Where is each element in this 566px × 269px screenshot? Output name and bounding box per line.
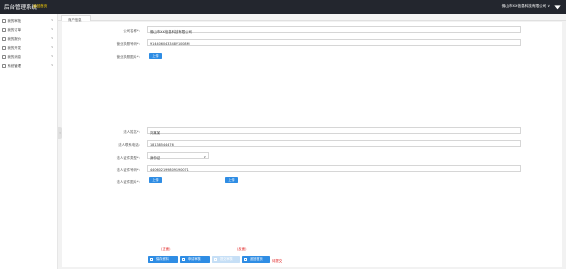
license-no-value: 914406043348Y1008M [150, 41, 190, 46]
legal-phone-value: 18138544476 [150, 142, 174, 147]
submit-icon [182, 257, 186, 262]
home-link[interactable]: 返回首页 [33, 4, 47, 9]
legal-name-field[interactable]: 刘某某 [147, 127, 521, 135]
save-button-label: 保存资料 [156, 257, 169, 261]
license-no-label: 营业执照号码*： [116, 42, 142, 46]
sidebar-item-label: 我的消息 [7, 55, 22, 60]
submit-icon [214, 257, 218, 262]
submit-button[interactable]: 申请审核 [180, 256, 210, 263]
submit-button-label: 申请审核 [188, 257, 201, 261]
legal-name-label: 法人姓名*： [123, 130, 142, 134]
sidebar-item-label: 系统管理 [7, 64, 22, 69]
chevron-down-icon: ∨ [203, 154, 206, 159]
approval-icon [2, 18, 6, 23]
save-icon [150, 257, 154, 262]
legal-phone-field[interactable]: 18138544476 [147, 140, 521, 147]
sidebar: 我的审批 ∨ 我的订单 ∨ 我的报价 ∨ 我的开发 ∨ 我的消息 ∨ 系统管理 … [0, 14, 58, 269]
id-number-value: 440602199809190071 [150, 167, 189, 172]
id-type-label: 法人证件类型*： [116, 156, 142, 160]
dropdown-arrow-icon[interactable] [553, 3, 562, 11]
company-name-field[interactable]: 佛山市XX信息科技有限公司 [147, 26, 521, 34]
sidebar-item-label: 我的开发 [7, 46, 22, 51]
company-name-value: 佛山市XX信息科技有限公司 [150, 29, 192, 34]
status-text: 待提交 [272, 259, 283, 263]
id-number-label: 法人证件号码*： [116, 168, 142, 172]
chevron-down-icon: ∨ [51, 63, 54, 67]
settings-icon [2, 63, 6, 68]
chevron-down-icon: ∨ [51, 27, 54, 31]
sidebar-item-messages[interactable]: 我的消息 ∨ [0, 52, 58, 61]
save-button[interactable]: 保存资料 [148, 256, 178, 263]
legal-phone-label: 法人联系电话： [118, 143, 142, 147]
sidebar-item-dev[interactable]: 我的开发 ∨ [0, 43, 58, 52]
chevron-down-icon: ∨ [51, 36, 54, 40]
chevron-down-icon: ∨ [51, 18, 54, 22]
quote-icon [2, 36, 6, 41]
legal-name-value: 刘某某 [150, 130, 161, 135]
sidebar-item-approval[interactable]: 我的审批 ∨ [0, 16, 58, 25]
disabled-submit-button: 提交审核 [212, 256, 240, 263]
order-icon [2, 27, 6, 32]
id-number-field[interactable]: 440602199809190071 [147, 165, 521, 172]
company-menu[interactable]: 佛山市XX信息科技有限公司 ∨ [502, 4, 550, 9]
id-back-upload-button[interactable]: 上传 [225, 177, 238, 183]
chevron-down-icon: ∨ [51, 54, 54, 58]
message-icon [2, 54, 6, 59]
sidebar-item-settings[interactable]: 系统管理 ∨ [0, 61, 58, 70]
sidebar-item-quotes[interactable]: 我的报价 ∨ [0, 34, 58, 43]
tab-bar: 商户信息 [58, 14, 566, 22]
top-bar: 后台管理系统 返回首页 佛山市XX信息科技有限公司 ∨ [0, 0, 566, 14]
license-no-field[interactable]: 914406043348Y1008M [147, 39, 521, 46]
license-upload-button[interactable]: 上传 [149, 53, 162, 59]
disabled-button-label: 提交审核 [220, 257, 233, 261]
sidebar-item-label: 我的审批 [7, 19, 22, 24]
id-img-label: 法人证件图片*： [116, 180, 142, 184]
back-icon [244, 257, 248, 262]
sidebar-item-label: 我的订单 [7, 28, 22, 33]
back-side-note: (反面) [237, 247, 247, 251]
chevron-down-icon: ∨ [51, 45, 54, 49]
back-button[interactable]: 返回首页 [242, 256, 270, 263]
id-type-select[interactable]: 身份证 ∨ [147, 152, 209, 160]
id-front-upload-button[interactable]: 上传 [149, 177, 162, 183]
dev-icon [2, 45, 6, 50]
tab-merchant-info[interactable]: 商户信息 [61, 14, 91, 22]
sidebar-item-orders[interactable]: 我的订单 ∨ [0, 25, 58, 34]
front-side-note: (正面) [161, 247, 171, 251]
back-button-label: 返回首页 [250, 257, 263, 261]
company-name-label: 公司名称*： [123, 29, 142, 33]
license-img-label: 营业执照图片*： [116, 55, 142, 59]
sidebar-item-label: 我的报价 [7, 37, 22, 42]
id-type-value: 身份证 [150, 155, 161, 160]
